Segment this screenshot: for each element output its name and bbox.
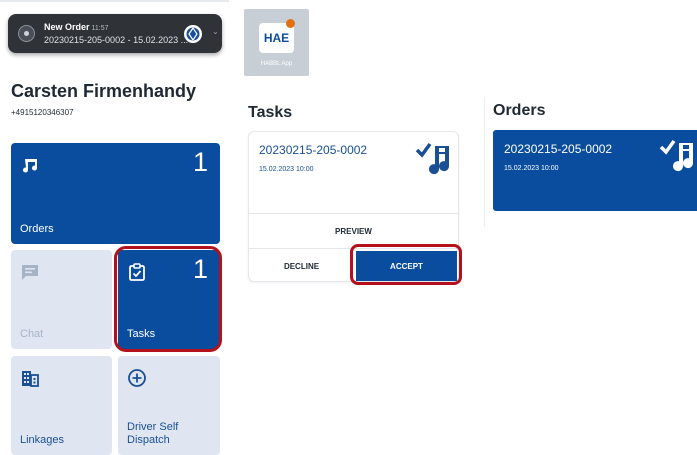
decline-button[interactable]: DECLINE — [249, 249, 354, 283]
tasks-section-title: Tasks — [248, 104, 293, 121]
app-notification-badge — [286, 19, 295, 28]
linkages-tile[interactable]: Linkages — [11, 356, 112, 455]
task-date: 15.02.2023 10:00 — [259, 166, 314, 173]
accept-button-highlight — [350, 244, 462, 285]
orders-section-title: Orders — [493, 102, 546, 119]
user-name: Carsten Firmenhandy — [11, 81, 197, 101]
habbl-app-icon[interactable]: HAE HABBL App — [244, 9, 309, 76]
driver-self-dispatch-label-line1: Driver Self — [127, 421, 179, 433]
chat-icon — [22, 265, 38, 280]
driver-self-dispatch-label: Driver Self Dispatch — [127, 421, 178, 447]
order-icon — [659, 139, 694, 172]
notification-avatar-icon — [184, 25, 202, 43]
orders-tile[interactable]: 1 Orders — [11, 143, 220, 244]
notification-time: 11:57 — [91, 25, 109, 32]
preview-button[interactable]: PREVIEW — [249, 214, 458, 248]
panel-separator — [484, 97, 485, 227]
svg-text:HAE: HAE — [264, 31, 289, 45]
order-card[interactable]: 20230215-205-0002 15.02.2023 10:00 — [493, 130, 697, 211]
tasks-tile-highlight — [114, 246, 222, 352]
notification-body: 20230215-205-0002 - 15.02.2023 ... — [44, 35, 189, 45]
status-strip — [0, 0, 229, 8]
linkages-label: Linkages — [20, 434, 65, 446]
order-date: 15.02.2023 10:00 — [504, 165, 559, 172]
notification-app-icon — [18, 25, 35, 42]
task-order-icon — [415, 142, 450, 175]
app-icon-caption: HABBL App — [260, 61, 293, 67]
task-id: 20230215-205-0002 — [259, 143, 368, 157]
driver-self-dispatch-tile[interactable]: Driver Self Dispatch — [118, 356, 220, 455]
orders-label: Orders — [20, 223, 54, 235]
phone-home-panel: New Order 11:57 20230215-205-0002 - 15.02… — [0, 0, 229, 455]
driver-self-dispatch-label-line2: Dispatch — [127, 434, 170, 446]
chat-tile[interactable]: Chat — [11, 250, 112, 349]
globe-icon — [186, 27, 200, 41]
order-id: 20230215-205-0002 — [504, 142, 613, 156]
chat-label: Chat — [20, 328, 44, 340]
building-icon — [22, 371, 39, 387]
notification-title: New Order 11:57 — [44, 22, 109, 32]
chevron-down-icon[interactable]: ⌄ — [212, 27, 220, 36]
new-order-notification[interactable]: New Order 11:57 20230215-205-0002 - 15.02… — [8, 14, 222, 53]
plus-circle-icon — [128, 369, 146, 387]
screenshot-root: New Order 11:57 20230215-205-0002 - 15.02… — [0, 0, 697, 455]
music-note-icon — [23, 159, 38, 173]
orders-count: 1 — [192, 147, 208, 177]
user-phone: +4915120346307 — [11, 108, 74, 117]
notification-title-text: New Order — [44, 22, 90, 32]
